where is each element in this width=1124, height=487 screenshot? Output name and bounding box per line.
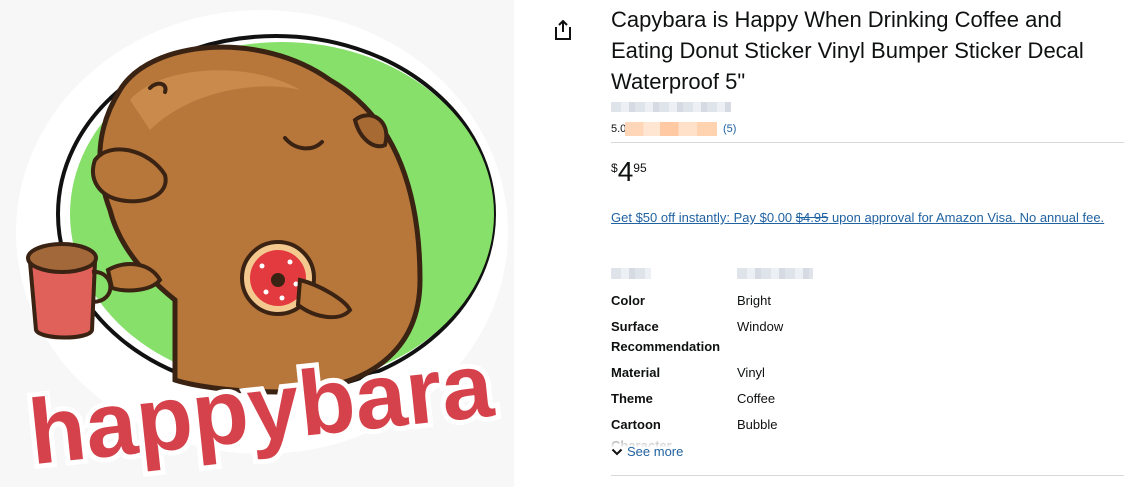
divider: [611, 475, 1124, 476]
visa-promo-link[interactable]: Get $50 off instantly: Pay $0.00 $4.95 u…: [611, 207, 1121, 228]
attribute-key: Color: [611, 293, 645, 308]
attribute-value: Coffee: [737, 391, 776, 406]
share-button[interactable]: [551, 16, 575, 44]
divider: [611, 142, 1124, 143]
attribute-row: Cartoon Bubble: [611, 415, 777, 435]
promo-strike-price: $4.95: [795, 210, 829, 225]
price-whole: 4: [617, 156, 634, 187]
price-fraction: 95: [633, 161, 647, 175]
attribute-row: Color Bright: [611, 291, 771, 311]
product-title: Capybara is Happy When Drinking Coffee a…: [611, 7, 1084, 94]
attribute-key: Theme: [611, 391, 653, 406]
see-more-label: See more: [627, 444, 684, 459]
attribute-value: Window: [737, 319, 784, 334]
attribute-row: Surface Recommendation Window: [611, 317, 783, 357]
attribute-row: Material Vinyl: [611, 363, 765, 383]
rating-row[interactable]: 5.0 (5): [611, 121, 736, 137]
attribute-value: Vinyl: [737, 365, 765, 380]
price: $ 4 95: [611, 157, 647, 187]
attribute-key: Cartoon: [611, 417, 661, 432]
capybara-sticker-image: happybara: [16, 10, 508, 487]
share-icon: [555, 20, 571, 40]
blurred-star-rating: [625, 122, 717, 136]
product-details: Capybara is Happy When Drinking Coffee a…: [611, 0, 1124, 487]
promo-suffix: upon approval for Amazon Visa. No annual…: [828, 210, 1105, 225]
chevron-down-icon: [611, 448, 623, 455]
attribute-key: Material: [611, 365, 661, 380]
rating-value: 5.0: [611, 123, 625, 135]
price-symbol: $: [611, 161, 618, 175]
blurred-attr-header-key: [611, 268, 651, 279]
blurred-store-link: [611, 102, 731, 112]
blurred-attr-header-value: [737, 268, 813, 279]
attribute-value: Bubble: [737, 417, 778, 432]
promo-prefix: Get $50 off instantly: Pay $0.00: [611, 210, 796, 225]
attribute-row: Theme Coffee: [611, 389, 775, 409]
product-image[interactable]: happybara: [0, 0, 514, 487]
attribute-key: Surface Recommendation: [611, 319, 721, 354]
see-more-button[interactable]: See more: [611, 444, 683, 459]
attribute-value: Bright: [737, 293, 771, 308]
rating-count-link[interactable]: (5): [723, 123, 736, 135]
